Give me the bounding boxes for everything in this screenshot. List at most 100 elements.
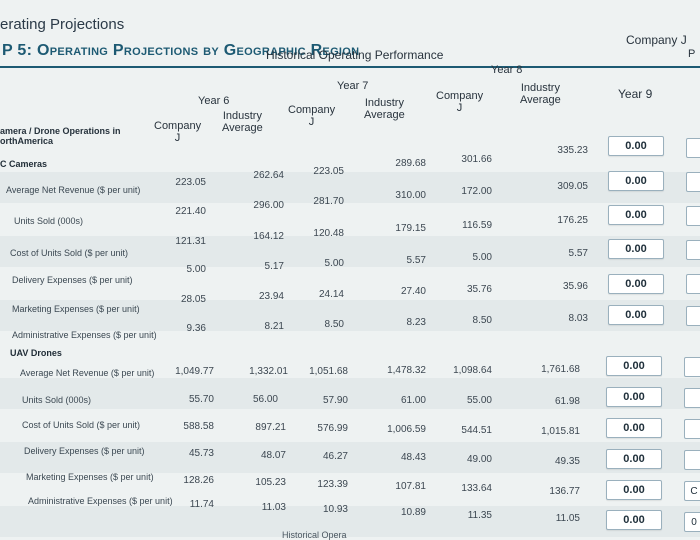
cell-value: 11.05 [555, 513, 580, 524]
next-column-input[interactable] [686, 274, 700, 294]
cell-value: 8.50 [472, 315, 492, 326]
year9-input[interactable] [606, 418, 662, 438]
cell-value: 8.50 [324, 319, 344, 330]
year8-header: Year 8 [491, 64, 523, 76]
year9-input[interactable] [608, 136, 664, 156]
cell-value: 35.96 [562, 281, 588, 292]
footer-label: Historical Opera [282, 530, 347, 540]
cell-value: 576.99 [317, 423, 348, 434]
year9-input[interactable] [606, 356, 662, 376]
cell-value: 136.77 [549, 486, 580, 497]
cell-value: 310.00 [395, 190, 426, 201]
next-column-input[interactable] [684, 357, 700, 377]
cell-value: 1,478.32 [387, 365, 426, 376]
next-column-input[interactable] [686, 172, 700, 192]
cell-value: 1,051.68 [309, 366, 348, 377]
p-header: P [688, 48, 696, 60]
cell-value: 11.03 [261, 502, 286, 513]
cell-value: 8.23 [406, 317, 426, 328]
year9-input[interactable] [608, 274, 664, 294]
cell-value: 1,006.59 [387, 424, 426, 435]
cell-value: 23.94 [258, 291, 284, 302]
year9-input[interactable] [608, 239, 664, 259]
industry-header-2: Industry Average [364, 97, 405, 121]
cell-value: 57.90 [322, 395, 348, 406]
group-cameras: C Cameras [0, 159, 48, 169]
cell-value: 49.00 [466, 454, 492, 465]
cell-value: 123.39 [317, 479, 348, 490]
group-drones: UAV Drones [10, 348, 62, 358]
cell-value: 289.68 [395, 158, 426, 169]
row-label: Average Net Revenue ($ per unit) [6, 185, 141, 195]
next-column-input[interactable] [686, 240, 700, 260]
year6-header: Year 6 [198, 95, 230, 107]
section-label: amera / Drone Operations in orthAmerica [0, 126, 121, 146]
year9-input[interactable] [608, 171, 664, 191]
company-header-3: Company J [436, 90, 484, 114]
cell-value: 5.17 [264, 261, 284, 272]
next-column-input[interactable] [686, 306, 700, 326]
next-column-input[interactable] [684, 419, 700, 439]
page-title: erating Projections [0, 16, 125, 33]
row-label: Average Net Revenue ($ per unit) [20, 368, 155, 378]
historical-header: Historical Operating Performance [266, 48, 444, 62]
cell-value: 172.00 [461, 186, 492, 197]
row-label: Marketing Expenses ($ per unit) [12, 304, 140, 314]
cell-value: 1,098.64 [453, 365, 492, 376]
cell-value: 588.58 [183, 421, 214, 432]
next-column-input[interactable] [684, 450, 700, 470]
cell-value: 897.21 [255, 422, 286, 433]
row-label: Cost of Units Sold ($ per unit) [22, 420, 141, 430]
year7-header: Year 7 [337, 80, 369, 92]
title-rule [0, 66, 700, 68]
cell-value: 107.81 [395, 481, 426, 492]
cell-value: 5.00 [186, 264, 206, 275]
row-label: Cost of Units Sold ($ per unit) [10, 248, 129, 258]
row-label: Delivery Expenses ($ per unit) [12, 275, 133, 285]
cell-value: 335.23 [557, 145, 588, 156]
cell-value: 61.00 [400, 395, 426, 406]
next-column-input[interactable] [686, 206, 700, 226]
cell-value: 116.59 [462, 220, 492, 231]
cell-value: 301.66 [461, 154, 492, 165]
cell-value: 56.00 [252, 394, 278, 405]
cell-value: 35.76 [466, 284, 492, 295]
next-column-input[interactable] [684, 388, 700, 408]
row-label: Administrative Expenses ($ per unit) [28, 496, 173, 506]
cell-value: 10.89 [400, 507, 426, 518]
cell-value: 27.40 [400, 286, 426, 297]
cell-value: 121.31 [175, 236, 206, 247]
operating-projections-page: erating Projections P 5: Operating Proje… [0, 0, 700, 540]
cell-value: 11.74 [189, 499, 214, 510]
cell-value: 262.64 [253, 170, 284, 181]
year9-input[interactable] [606, 510, 662, 530]
company-j-header: Company J [626, 33, 687, 47]
cell-value: 5.57 [568, 248, 588, 259]
cell-value: 1,332.01 [249, 366, 288, 377]
year9-input[interactable] [606, 449, 662, 469]
cell-value: 1,049.77 [175, 366, 214, 377]
cell-value: 8.03 [568, 313, 588, 324]
year9-input[interactable] [608, 205, 664, 225]
next-column-input[interactable] [686, 138, 700, 158]
cell-value: 55.00 [466, 395, 492, 406]
cell-value: 5.00 [472, 252, 492, 263]
cell-value: 281.70 [313, 196, 344, 207]
cell-value: 223.05 [313, 166, 344, 177]
cell-value: 128.26 [183, 475, 214, 486]
year9-input[interactable] [606, 480, 662, 500]
cell-value: 1,761.68 [541, 364, 580, 375]
cell-value: 221.40 [175, 206, 206, 217]
row-label: Administrative Expenses ($ per unit) [12, 330, 157, 340]
next-column-input[interactable]: C [684, 481, 700, 501]
cell-value: 179.15 [395, 223, 426, 234]
cell-value: 55.70 [188, 394, 214, 405]
cell-value: 48.43 [400, 452, 426, 463]
cell-value: 164.12 [253, 231, 284, 242]
year9-input[interactable] [606, 387, 662, 407]
next-column-input[interactable]: 0 [684, 512, 700, 532]
cell-value: 28.05 [180, 294, 206, 305]
cell-value: 11.35 [467, 510, 492, 521]
cell-value: 48.07 [260, 450, 286, 461]
year9-input[interactable] [608, 305, 664, 325]
